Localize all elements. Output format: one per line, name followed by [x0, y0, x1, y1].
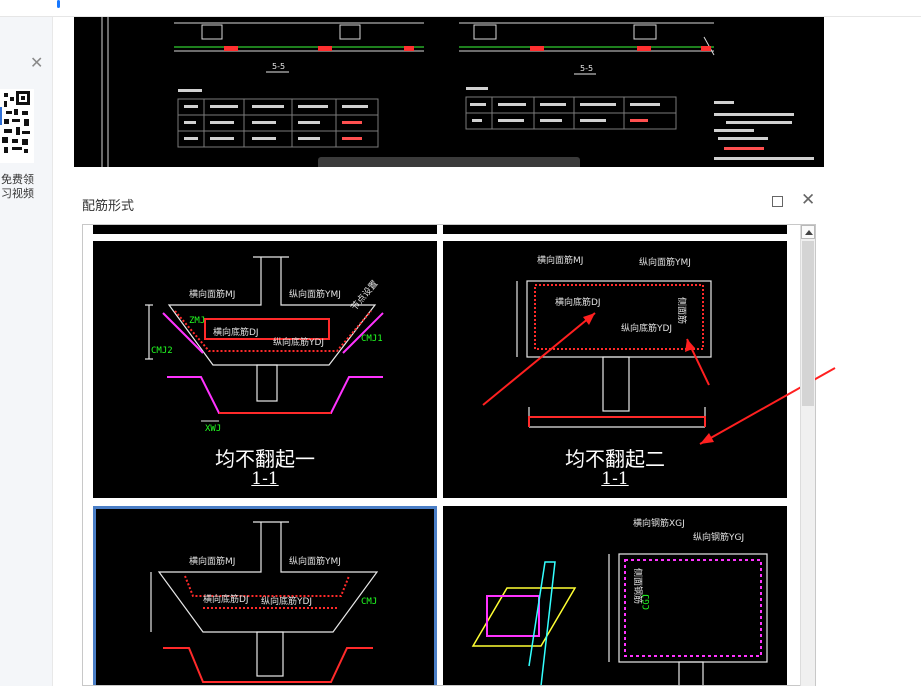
option-tile-3[interactable]: 横向面筋MJ 纵向面筋YMJ 横向底筋DJ 纵向底筋YDJ CMJ	[93, 506, 437, 685]
maximize-icon[interactable]	[772, 196, 783, 207]
tag-zmj: ZMJ	[189, 316, 205, 326]
tag-bot-v: 纵向底筋YDJ	[261, 595, 312, 607]
tag-bot-h: 横向底筋DJ	[213, 326, 259, 338]
tag-top-v: 纵向钢筋YGJ	[693, 531, 744, 543]
tag-xwj: XWJ	[205, 424, 221, 434]
close-icon[interactable]: ✕	[801, 191, 815, 209]
promo-close-icon[interactable]: ✕	[30, 55, 43, 71]
option-tile-4[interactable]: 横向钢筋XGJ 纵向钢筋YGJ 侧面钢筋 CGJ	[443, 506, 787, 685]
option-tile-top-partial-left	[93, 225, 437, 234]
cad-viewer-toolbar[interactable]	[318, 157, 580, 167]
option-tile-top-partial-right	[443, 225, 787, 234]
cad-preview: 5-5 5-5	[74, 17, 824, 167]
tag-cmj: CMJ	[361, 597, 377, 607]
section-label-right: 5-5	[580, 64, 593, 73]
scroll-thumb[interactable]	[802, 241, 814, 406]
tag-bot-v: 纵向底筋YDJ	[621, 322, 672, 334]
tag-slope: 节点设置	[349, 278, 381, 313]
tag-top-v: 纵向面筋YMJ	[289, 288, 341, 300]
promo-line-1: 免费领	[1, 173, 34, 186]
tag-bot-h: 横向底筋DJ	[555, 296, 601, 308]
tag-top-h: 横向面筋MJ	[537, 254, 583, 266]
left-promo-panel: ✕ 免费领 习视频	[0, 17, 53, 686]
top-bar	[0, 0, 921, 17]
section-label-left: 5-5	[272, 62, 285, 71]
option-label-2: 均不翻起二	[565, 447, 665, 471]
tag-top-v: 纵向面筋YMJ	[639, 256, 691, 268]
tag-top-h: 横向面筋MJ	[189, 288, 235, 300]
gallery-scrollbar[interactable]	[800, 225, 815, 686]
qr-code-image	[0, 89, 34, 163]
tag-bot-v: 纵向底筋YDJ	[273, 336, 324, 348]
dialog-title: 配筋形式	[82, 199, 135, 214]
tag-cgj: CGJ	[642, 594, 652, 610]
tag-bot-h: 横向底筋DJ	[203, 593, 249, 605]
tag-cmj2: CMJ2	[151, 346, 173, 356]
tag-top-v: 纵向面筋YMJ	[289, 555, 341, 567]
option-section-2: 1-1	[601, 469, 629, 489]
option-tile-2[interactable]: 横向面筋MJ 纵向面筋YMJ 横向底筋DJ 纵向底筋YDJ 侧面筋 均不翻起二 …	[443, 241, 787, 498]
accent-marker	[57, 0, 60, 8]
tag-top-h: 横向面筋MJ	[189, 555, 235, 567]
promo-text: 免费领 习视频	[0, 173, 34, 201]
option-tile-1[interactable]: 横向面筋MJ 纵向面筋YMJ 横向底筋DJ 纵向底筋YDJ CMJ2 CMJ1 …	[93, 241, 437, 498]
tag-side: 侧面筋	[676, 297, 688, 324]
promo-line-2: 习视频	[1, 187, 34, 200]
option-label-1: 均不翻起一	[215, 447, 315, 471]
options-gallery: 横向面筋MJ 纵向面筋YMJ 横向底筋DJ 纵向底筋YDJ CMJ2 CMJ1 …	[82, 224, 816, 686]
tag-top-h: 横向钢筋XGJ	[633, 517, 685, 529]
scroll-up-icon[interactable]	[801, 225, 815, 239]
option-section-1: 1-1	[251, 469, 279, 489]
tag-cmj1: CMJ1	[361, 334, 383, 344]
